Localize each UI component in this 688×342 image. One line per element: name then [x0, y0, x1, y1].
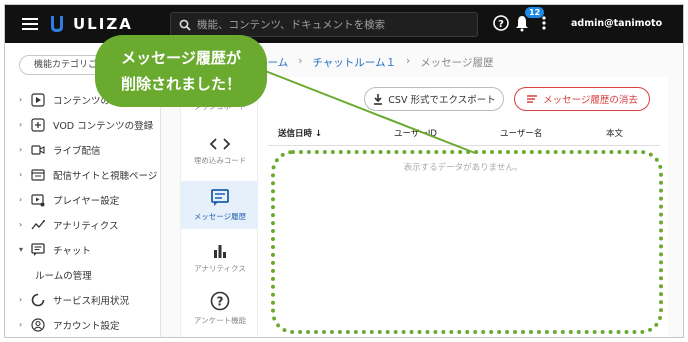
screenshot-frame: ULIZA ? 12 admin@tanimoto 機能カテゴリご	[4, 4, 684, 338]
callout-line-2: 削除されました！	[120, 75, 241, 93]
highlight-empty-table	[271, 150, 663, 334]
deletion-callout: メッセージ履歴が 削除されました！	[95, 35, 267, 107]
callout-line-1: メッセージ履歴が	[121, 49, 241, 67]
